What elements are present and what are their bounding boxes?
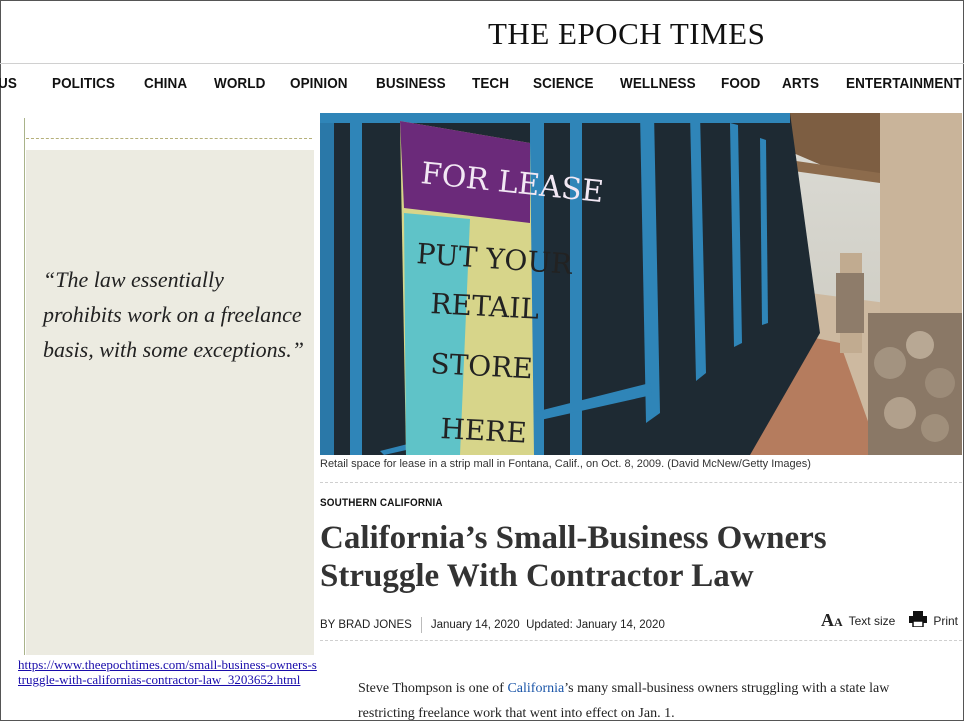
nav-item-food[interactable]: FOOD xyxy=(721,75,760,92)
sign-line-5: HERE xyxy=(440,412,528,449)
author-name[interactable]: BY BRAD JONES xyxy=(320,619,412,631)
caption-divider xyxy=(320,482,962,483)
nav-item-business[interactable]: BUSINESS xyxy=(376,75,446,92)
byline: BY BRAD JONES January 14, 2020 Updated: J… xyxy=(320,617,665,633)
sign-line-3: RETAIL xyxy=(430,287,540,326)
print-label[interactable]: Print xyxy=(933,614,958,628)
masthead: THE EPOCH TIMES xyxy=(0,0,964,64)
updated-date: Updated: January 14, 2020 xyxy=(526,619,665,632)
section-label[interactable]: SOUTHERN CALIFORNIA xyxy=(320,497,443,509)
nav-item-science[interactable]: SCIENCE xyxy=(533,75,594,92)
sidebar-dotted-divider xyxy=(26,138,312,139)
article-photo: FOR LEASE PUT YOUR RETAIL STORE HERE xyxy=(320,113,962,455)
pullquote-text: “The law essentially prohibits work on a… xyxy=(43,267,304,362)
article-tools: AA Text size Print xyxy=(821,610,958,631)
sign-line-4: STORE xyxy=(430,347,534,385)
byline-divider xyxy=(320,640,962,641)
body-text-start: Steve Thompson is one of xyxy=(358,681,508,696)
nav-item-china[interactable]: CHINA xyxy=(144,75,187,92)
byline-separator xyxy=(420,617,422,633)
photo-caption: Retail space for lease in a strip mall i… xyxy=(320,458,811,470)
site-logo[interactable]: THE EPOCH TIMES xyxy=(488,16,765,52)
main-nav: US POLITICS CHINA WORLD OPINION BUSINESS TECH S… xyxy=(0,64,964,106)
nav-item-arts[interactable]: ARTS xyxy=(782,75,819,92)
text-size-label[interactable]: Text size xyxy=(849,614,896,628)
pullquote-box: “The law essentially prohibits work on a… xyxy=(26,150,314,655)
nav-item-world[interactable]: WORLD xyxy=(214,75,265,92)
sidebar-rule xyxy=(24,118,25,655)
nav-item-opinion[interactable]: OPINION xyxy=(290,75,348,92)
california-link[interactable]: California xyxy=(507,681,564,696)
publish-date: January 14, 2020 xyxy=(430,619,520,632)
article-body-paragraph: Steve Thompson is one of California’s ma… xyxy=(358,676,938,721)
print-icon[interactable] xyxy=(909,611,928,630)
storefront-image: FOR LEASE PUT YOUR RETAIL STORE HERE xyxy=(320,113,962,455)
nav-item-wellness[interactable]: WELLNESS xyxy=(620,75,696,92)
text-size-icon[interactable]: AA xyxy=(821,610,843,631)
nav-item-entertainment[interactable]: ENTERTAINMENT xyxy=(846,75,962,92)
nav-item-politics[interactable]: POLITICS xyxy=(52,75,115,92)
nav-item-tech[interactable]: TECH xyxy=(472,75,509,92)
nav-item-us[interactable]: US xyxy=(0,75,17,92)
source-url-link[interactable]: https://www.theepochtimes.com/small-busi… xyxy=(18,657,318,687)
article-headline: California’s Small-Business Owners Strug… xyxy=(320,520,827,594)
